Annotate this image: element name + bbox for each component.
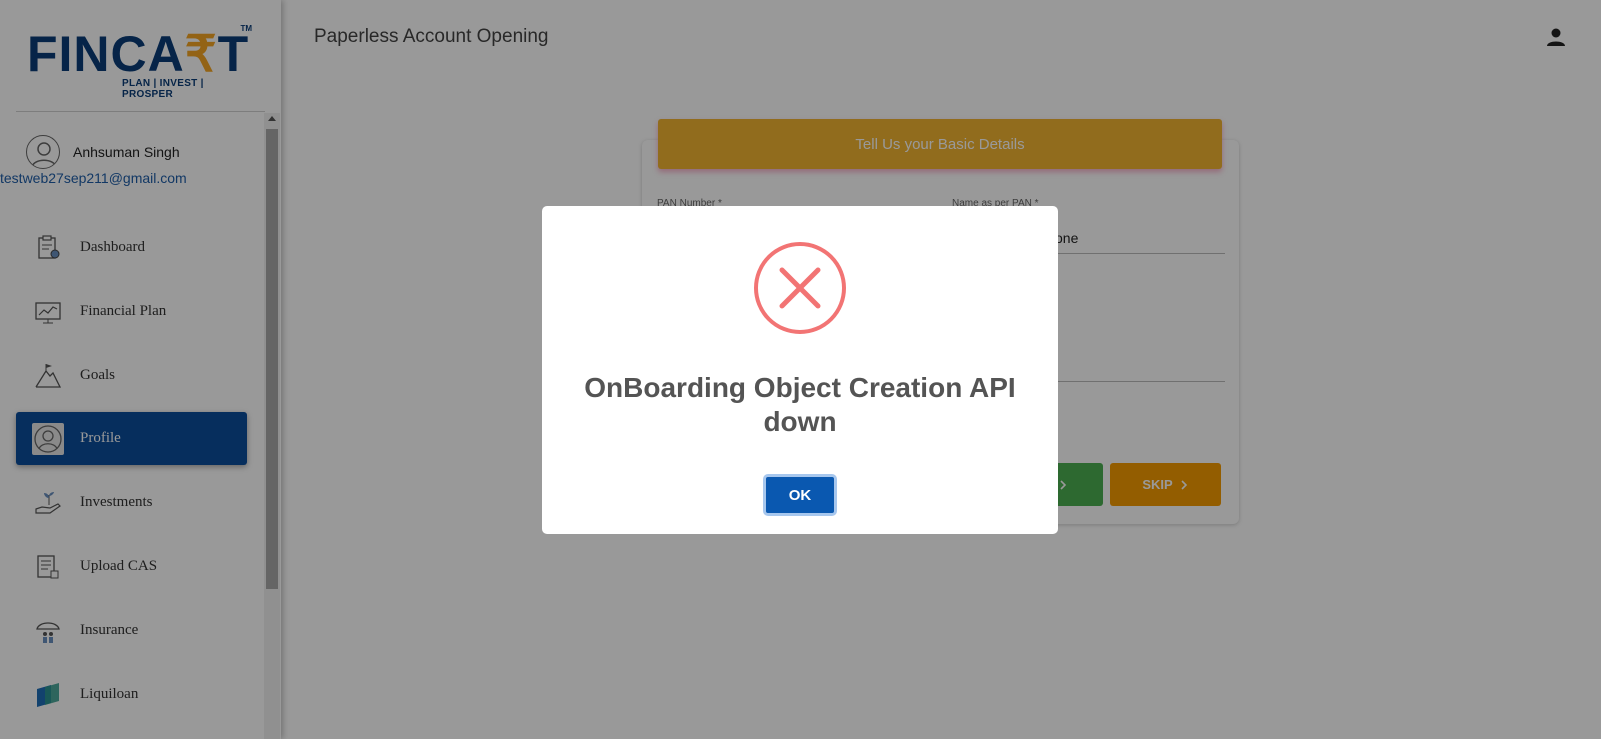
error-dialog: OnBoarding Object Creation API down OK bbox=[542, 206, 1058, 534]
dialog-title: OnBoarding Object Creation API down bbox=[584, 372, 1016, 437]
ok-button[interactable]: OK bbox=[763, 474, 837, 516]
error-x-icon bbox=[753, 241, 847, 335]
